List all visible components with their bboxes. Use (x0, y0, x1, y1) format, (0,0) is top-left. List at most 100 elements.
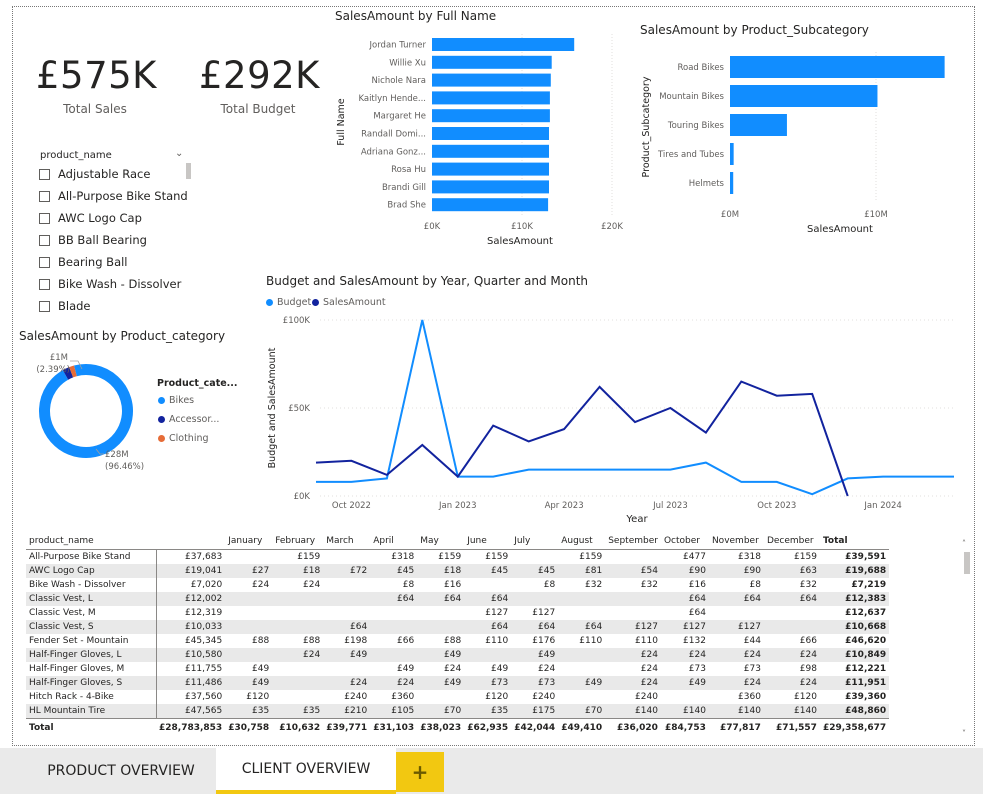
x-tick-label: £20K (601, 222, 623, 232)
sales-matrix[interactable]: product_name January February March April May… (26, 532, 966, 752)
slicer-item[interactable]: Bearing Ball (39, 254, 128, 270)
table-cell: £120 (485, 692, 509, 702)
table-row[interactable]: Bike Wash - Dissolver £7,020 £24 £24 £8 £16 £8… (26, 578, 889, 592)
table-cell (370, 620, 418, 634)
legend-budget[interactable]: Budget (266, 297, 311, 308)
checkbox[interactable] (39, 300, 50, 312)
table-cell: £127 (708, 620, 764, 634)
category-donut-chart[interactable]: £1M (2.39%) £28M (96.46%) (30, 345, 155, 475)
y-axis-title: Budget and SalesAmount (267, 347, 278, 468)
fullname-bar-chart[interactable]: £0K £10K £20K Jordan Turner Willie Xu Nichole… (330, 30, 630, 250)
category-label: Tires and Tubes (657, 150, 725, 160)
slicer-item[interactable]: BB Ball Bearing (39, 232, 147, 248)
table-cell (464, 648, 512, 662)
slicer-item[interactable]: Adjustable Race (39, 166, 150, 182)
tab-client-overview[interactable]: CLIENT OVERVIEW (216, 748, 396, 794)
slicer-item[interactable]: AWC Logo Cap (39, 210, 142, 226)
table-cell: £24 (640, 664, 658, 674)
table-row[interactable]: Classic Vest, S £10,033 £64 £64 £64 £64 £127 £1… (26, 620, 890, 634)
table-row[interactable]: Half-Finger Gloves, S £11,486 £49 £24 £24 £49… (26, 676, 890, 690)
table-cell: £64 (370, 592, 418, 606)
table-cell (558, 592, 606, 606)
legend-budget-label: Budget (277, 297, 312, 308)
table-row[interactable]: Half-Finger Gloves, M £11,755 £49 £49 £24 £49… (26, 662, 889, 676)
table-cell: £49 (397, 664, 415, 674)
column-header[interactable]: July (511, 532, 559, 550)
table-cell: £140 (763, 704, 820, 719)
y-tick-label: £50K (288, 404, 310, 414)
table-row[interactable]: AWC Logo Cap £19,041 £27 £18 £72 £45 £18 £45 £45… (26, 564, 890, 578)
table-row[interactable]: Classic Vest, L £12,002 £64 £64 £64 £64 £64 £64… (26, 592, 890, 606)
checkbox[interactable] (39, 190, 50, 202)
table-cell: £16 (688, 580, 706, 590)
checkbox[interactable] (39, 256, 50, 268)
total-cell: £77,817 (708, 718, 764, 737)
donut-legend-item[interactable]: Bikes (158, 395, 194, 406)
column-header[interactable]: August (558, 532, 606, 550)
checkbox[interactable] (39, 212, 50, 224)
scroll-down-icon[interactable]: ˅ (962, 729, 966, 738)
column-header[interactable]: January (225, 532, 273, 550)
column-header[interactable]: product_name (26, 532, 156, 550)
column-header[interactable]: June (464, 532, 512, 550)
column-header[interactable]: October (660, 532, 709, 550)
table-cell: £16 (444, 580, 462, 590)
donut-legend-item[interactable]: Accessor... (158, 414, 219, 425)
column-header[interactable]: December (763, 532, 820, 550)
donut-legend-item[interactable]: Clothing (158, 433, 209, 444)
scroll-up-icon[interactable]: ˄ (962, 539, 966, 548)
chevron-down-icon[interactable]: ⌄ (175, 148, 183, 159)
tab-product-overview[interactable]: PRODUCT OVERVIEW (26, 748, 216, 794)
legend-salesamount[interactable]: SalesAmount (312, 297, 386, 308)
table-cell: £32 (799, 580, 817, 590)
table-cell (661, 690, 709, 704)
column-header[interactable]: September (605, 532, 661, 550)
table-cell: £70 (417, 704, 465, 719)
matrix-scrollbar[interactable]: ˄ ˅ (962, 539, 972, 745)
scroll-thumb[interactable] (964, 552, 970, 574)
column-header[interactable]: November (708, 532, 764, 550)
table-cell: £24 (605, 676, 661, 690)
table-row[interactable]: All-Purpose Bike Stand £37,683 £159 £318 £15… (26, 549, 889, 564)
column-header[interactable]: April (370, 532, 418, 550)
table-cell: £24 (272, 648, 324, 662)
table-cell (272, 690, 323, 704)
category-label: Road Bikes (677, 63, 724, 73)
column-header[interactable]: May (417, 532, 465, 550)
bar (432, 91, 550, 105)
column-header[interactable]: February (272, 532, 324, 550)
budget-sales-line-chart[interactable]: £0K £50K £100K Oct 2022 Jan 2023 Apr 2023 Jul … (262, 310, 962, 525)
table-cell: £39,360 (845, 692, 887, 702)
table-row[interactable]: Hitch Rack - 4-Bike £37,560 £120 £240 £360 £1… (26, 690, 889, 704)
slicer-item-label: Adjustable Race (58, 167, 151, 181)
table-cell: £24 (763, 648, 820, 662)
subcategory-bar-chart[interactable]: £0M £10M Road Bikes Mountain Bikes Touring B… (635, 45, 965, 240)
table-cell: £127 (605, 620, 661, 634)
table-row[interactable]: Fender Set - Mountain £45,345 £88 £88 £198 £6… (26, 634, 889, 648)
column-header[interactable] (156, 532, 226, 550)
total-cell: £39,771 (323, 718, 371, 737)
slicer-scrollbar[interactable] (186, 163, 191, 179)
table-cell: £159 (485, 552, 509, 562)
column-header[interactable]: Total (819, 532, 890, 550)
x-tick-label: £10M (864, 210, 888, 220)
total-cell: £42,044 (511, 718, 559, 737)
add-page-button[interactable]: + (396, 752, 444, 792)
table-row[interactable]: Half-Finger Gloves, L £10,580 £24 £49 £49 £49… (26, 648, 890, 662)
row-header-cell: All-Purpose Bike Stand (26, 549, 157, 564)
checkbox[interactable] (39, 234, 50, 246)
checkbox[interactable] (39, 168, 50, 180)
table-cell: £360 (391, 692, 415, 702)
table-row[interactable]: Classic Vest, M £12,319 £127 £127 £64 £12,637 (26, 606, 889, 620)
column-header[interactable]: March (323, 532, 371, 550)
checkbox[interactable] (39, 278, 50, 290)
table-cell (225, 620, 273, 634)
slicer-item[interactable]: Bike Wash - Dissolver (39, 276, 181, 292)
table-row[interactable]: HL Mountain Tire £47,565 £35 £35 £210 £105 £70… (26, 704, 890, 719)
slicer-item[interactable]: Blade (39, 298, 91, 314)
salesamount-dot-icon (312, 299, 319, 306)
slicer-item[interactable]: All-Purpose Bike Stand (39, 188, 188, 204)
table-cell (558, 606, 605, 620)
legend-dot-icon (158, 435, 165, 442)
category-label: Nichole Nara (371, 76, 426, 86)
